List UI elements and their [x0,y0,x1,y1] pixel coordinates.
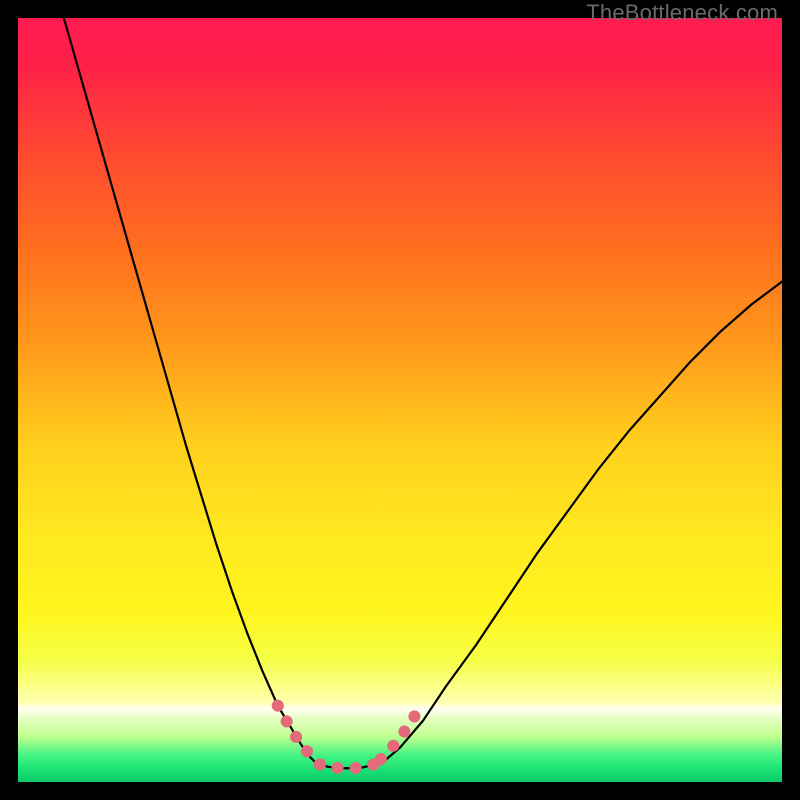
right-branch-curve [385,282,782,761]
pink-right-segment [381,709,419,759]
chart-frame: TheBottleneck.com [0,0,800,800]
curve-layer [18,18,782,782]
watermark-text: TheBottleneck.com [586,0,778,26]
plot-area [18,18,782,782]
left-branch-curve [64,18,316,763]
